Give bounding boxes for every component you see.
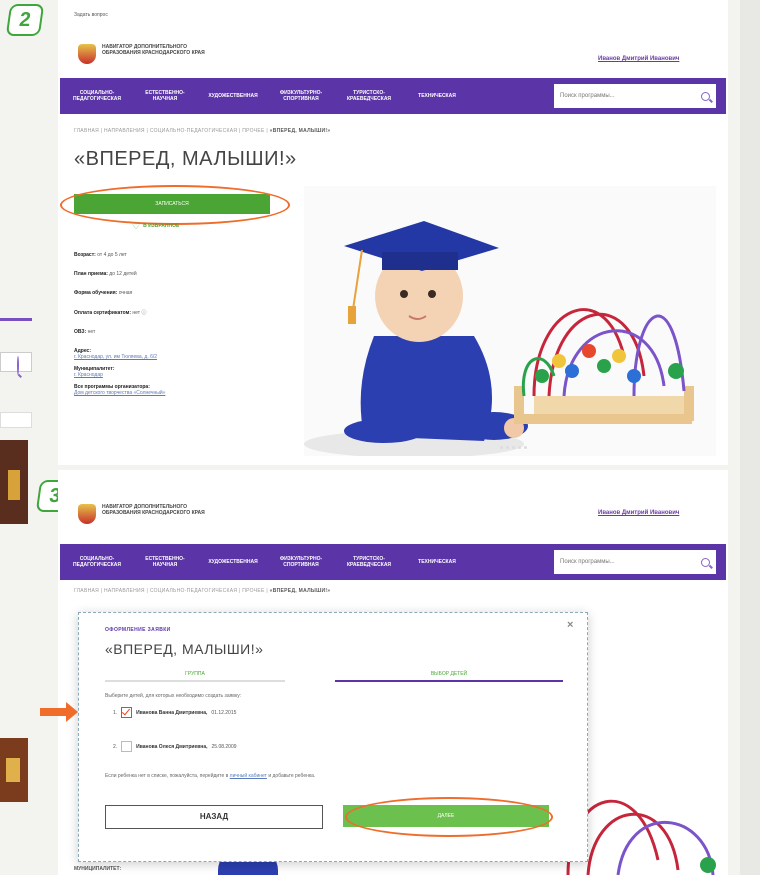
nav-item-sport[interactable]: ФИЗКУЛЬТУРНО-СПОРТИВНАЯ [274,90,328,102]
left-search-input[interactable] [0,352,32,375]
missing-child-note: Если ребенка нет в списке, пожалуйста, п… [105,773,316,779]
info-row-municipality: Муниципалитет: г. Краснодар [74,366,115,378]
breadcrumb-path[interactable]: ГЛАВНАЯ | НАПРАВЛЕНИЯ | СОЦИАЛЬНО-ПЕДАГО… [74,588,268,594]
modal-label: ОФОРМЛЕНИЕ ЗАЯВКИ [105,627,171,633]
search-placeholder: Поиск программы... [560,559,615,565]
carousel-dot[interactable] [524,446,527,449]
breadcrumb-path[interactable]: ГЛАВНАЯ | НАПРАВЛЕНИЯ | СОЦИАЛЬНО-ПЕДАГО… [74,128,268,134]
program-search-input[interactable]: Поиск программы... [554,84,716,108]
modal-title: «ВПЕРЕД, МАЛЫШИ!» [105,641,264,657]
nav-item-social[interactable]: СОЦИАЛЬНО-ПЕДАГОГИЧЕСКАЯ [70,556,124,568]
page-title: «ВПЕРЕД, МАЛЫШИ!» [74,148,297,170]
child-checkbox-checked[interactable] [121,707,133,718]
carousel-dot[interactable] [500,446,503,449]
logo-icon [78,504,96,524]
info-row-form: Форма обучения: очная [74,290,133,296]
program-search-input[interactable]: Поиск программы... [554,550,716,574]
left-thumbnail-image [0,440,28,524]
search-icon[interactable] [701,557,710,567]
main-nav: СОЦИАЛЬНО-ПЕДАГОГИЧЕСКАЯ ЕСТЕСТВЕННО-НАУ… [60,544,726,580]
breadcrumb-current: «ВПЕРЕД, МАЛЫШИ!» [269,128,331,134]
close-icon[interactable]: × [567,619,573,631]
logo-icon [78,44,96,64]
right-edge [740,0,760,875]
main-nav: СОЦИАЛЬНО-ПЕДАГОГИЧЕСКАЯ ЕСТЕСТВЕННО-НАУ… [60,78,726,114]
nav-item-tourism[interactable]: ТУРИСТСКО-КРАЕВЕДЧЕСКАЯ [342,556,396,568]
step-2-badge: 2 [5,4,45,36]
left-panel-field [0,412,32,428]
program-info: Возраст: от 4 до 5 лет План приема: до 1… [74,252,264,409]
nav-item-art[interactable]: ХУДОЖЕСТВЕННАЯ [206,93,260,99]
carousel-dots [500,436,530,454]
highlight-ellipse [345,797,553,837]
arrow-shaft [40,708,66,716]
pointer-arrow [40,702,78,722]
organizer-link[interactable]: Дом детского творчества «Солнечный» [74,390,165,396]
logo-text: НАВИГАТОР ДОПОЛНИТЕЛЬНОГО ОБРАЗОВАНИЯ КР… [102,504,205,516]
personal-cabinet-link[interactable]: личный кабинет [230,773,267,779]
info-row-address: Адрес: г. Краснодар, ул. им Тюляева, д. 6… [74,348,158,360]
nav-item-technical[interactable]: ТЕХНИЧЕСКАЯ [410,93,464,99]
info-row-age: Возраст: от 4 до 5 лет [74,252,127,258]
info-icon: ⓘ [141,310,147,316]
favorite-button[interactable]: ♡ В ИЗБРАННОЕ [132,221,180,231]
nav-item-technical[interactable]: ТЕХНИЧЕСКАЯ [410,559,464,565]
favorite-label: В ИЗБРАННОЕ [143,223,180,229]
child-checkbox[interactable] [121,741,133,752]
municipality-link[interactable]: г. Краснодар [74,372,103,378]
info-row-certificate: Оплата сертификатом: нет ⓘ [74,310,147,316]
left-thumbnail-image-2 [0,738,28,802]
children-hint: Выберите детей, для которых необходимо с… [105,693,242,699]
tab-group-label: ГРУППА [185,671,205,677]
search-placeholder: Поиск программы... [560,93,615,99]
carousel-dot[interactable] [506,446,509,449]
child-row[interactable]: 1. Иванова Ванна Дмитриевна, 01.12.2015 [113,707,236,718]
tab-children[interactable]: ВЫБОР ДЕТЕЙ [335,671,563,682]
baby-with-toy-image [304,221,694,456]
breadcrumb: ГЛАВНАЯ | НАПРАВЛЕНИЯ | СОЦИАЛЬНО-ПЕДАГО… [74,128,330,134]
step-2-page: Задать вопрос НАВИГАТОР ДОПОЛНИТЕЛЬНОГО … [58,0,728,465]
nav-item-social[interactable]: СОЦИАЛЬНО-ПЕДАГОГИЧЕСКАЯ [70,90,124,102]
carousel-dot[interactable] [512,446,515,449]
back-button[interactable]: НАЗАД [105,805,323,829]
arrow-right-icon [66,702,78,722]
carousel-dot[interactable] [518,446,521,449]
logo-text: НАВИГАТОР ДОПОЛНИТЕЛЬНОГО ОБРАЗОВАНИЯ КР… [102,44,205,56]
tab-line [105,680,285,682]
nav-item-art[interactable]: ХУДОЖЕСТВЕННАЯ [206,559,260,565]
highlight-ellipse [60,185,290,225]
address-link[interactable]: г. Краснодар, ул. им Тюляева, д. 6/2 [74,354,157,360]
user-name-link[interactable]: Иванов Дмитрий Иванович [598,510,679,516]
nav-item-sport[interactable]: ФИЗКУЛЬТУРНО-СПОРТИВНАЯ [274,556,328,568]
tab-line-active [335,680,563,682]
info-row-organizer: Все программы организатора: Дом детского … [74,384,166,396]
user-name-link[interactable]: Иванов Дмитрий Иванович [598,56,679,62]
heart-icon: ♡ [132,221,141,231]
nav-item-tourism[interactable]: ТУРИСТСКО-КРАЕВЕДЧЕСКАЯ [342,90,396,102]
child-row[interactable]: 2. Иванова Олеся Дмитриевна, 25.08.2009 [113,741,237,752]
breadcrumb: ГЛАВНАЯ | НАПРАВЛЕНИЯ | СОЦИАЛЬНО-ПЕДАГО… [74,588,330,594]
breadcrumb-current: «ВПЕРЕД, МАЛЫШИ!» [269,588,331,594]
info-row-ovz: ОВЗ: нет [74,329,96,335]
tab-children-label: ВЫБОР ДЕТЕЙ [430,671,468,677]
municipality-heading: МУНИЦИПАЛИТЕТ: [74,866,122,872]
application-modal: ОФОРМЛЕНИЕ ЗАЯВКИ × «ВПЕРЕД, МАЛЫШИ!» ГР… [78,612,588,862]
left-column-divider [0,318,32,321]
search-icon[interactable] [17,356,19,375]
nav-item-science[interactable]: ЕСТЕСТВЕННО-НАУЧНАЯ [138,556,192,568]
info-row-capacity: План приема: до 12 детей [74,271,137,277]
tab-group[interactable]: ГРУППА [105,671,285,682]
nav-item-science[interactable]: ЕСТЕСТВЕННО-НАУЧНАЯ [138,90,192,102]
ask-question-link[interactable]: Задать вопрос [74,12,108,18]
search-icon[interactable] [701,91,710,101]
program-photo [304,186,716,456]
